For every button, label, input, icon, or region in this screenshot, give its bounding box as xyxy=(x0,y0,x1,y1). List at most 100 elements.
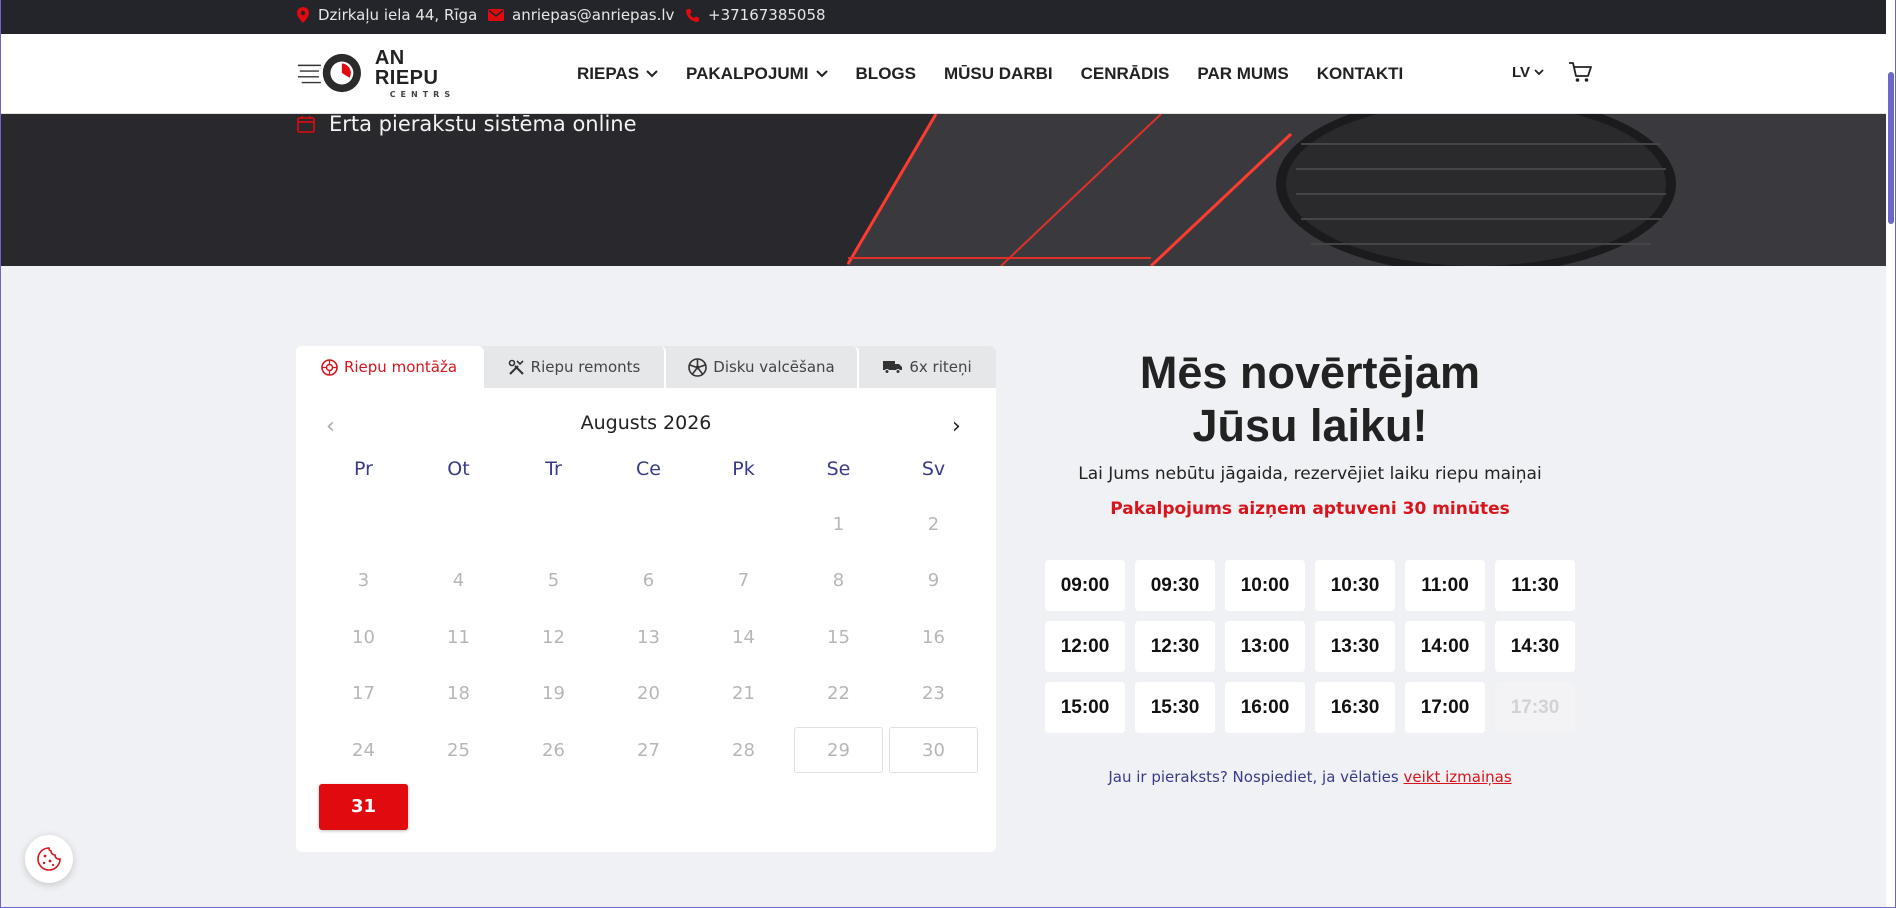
time-slot-button[interactable]: 14:00 xyxy=(1405,621,1485,672)
hero-feature: Ērta pierakstu sistēma online xyxy=(297,114,637,136)
time-slot-button[interactable]: 10:30 xyxy=(1315,560,1395,611)
calendar-day: 27 xyxy=(637,739,660,761)
headline-line-1: Mēs novērtējam xyxy=(1139,347,1481,398)
nav-item-cenradis[interactable]: CENRĀDIS xyxy=(1081,64,1170,84)
language-selector[interactable]: LV xyxy=(1512,64,1544,81)
time-slot-button[interactable]: 11:00 xyxy=(1405,560,1485,611)
change-booking-prompt: Jau ir pieraksts? Nospiediet, ja vēlatie… xyxy=(1108,768,1399,786)
language-label: LV xyxy=(1512,64,1531,81)
calendar-day: 18 xyxy=(447,683,470,704)
phone-icon xyxy=(686,8,699,22)
phone-item[interactable]: +37167385058 xyxy=(685,0,826,30)
time-slot-button[interactable]: 13:00 xyxy=(1225,621,1305,672)
hero-feature-text: Ērta pierakstu sistēma online xyxy=(329,114,637,136)
logo-sub-text: CENTRS xyxy=(389,89,456,99)
headline: Mēs novērtējam Jūsu laiku! xyxy=(1045,346,1575,452)
chevron-down-icon xyxy=(815,70,828,78)
tab-label: Disku valcēšana xyxy=(713,358,835,376)
logo-tire-icon xyxy=(297,53,361,93)
calendar-day: 21 xyxy=(732,683,755,704)
tab-6x-ritni[interactable]: 6x riteņi xyxy=(859,346,996,388)
scrollbar[interactable] xyxy=(1886,0,1896,908)
phone-text: +37167385058 xyxy=(708,6,826,24)
weekday-label: Se xyxy=(826,458,851,480)
time-slot-button[interactable]: 11:30 xyxy=(1495,560,1575,611)
weekday-header: Pr Ot Tr Ce Pk Se Sv xyxy=(316,458,981,480)
nav-item-riepas[interactable]: RIEPAS xyxy=(577,64,658,84)
tab-label: Riepu montāža xyxy=(343,358,458,376)
weekday-label: Pk xyxy=(732,458,755,480)
calendar-day: 13 xyxy=(637,626,660,648)
scrollbar-thumb[interactable] xyxy=(1888,72,1894,224)
calendar-day: 25 xyxy=(447,739,470,761)
change-booking-text: Jau ir pieraksts? Nospiediet, ja vēlatie… xyxy=(1045,768,1575,786)
tab-riepu-remonts[interactable]: Riepu remonts xyxy=(484,346,666,388)
hero-background-graphic xyxy=(1,114,1886,266)
main-nav: RIEPAS PAKALPOJUMI BLOGS MŪSU DARBI CENR… xyxy=(577,34,1431,114)
calendar-day-selected[interactable]: 31 xyxy=(319,783,408,830)
calendar-day: 14 xyxy=(732,626,755,648)
cookie-settings-button[interactable] xyxy=(25,835,73,883)
tire-icon xyxy=(321,358,338,376)
address-item[interactable]: Dzirkaļu iela 44, Rīga xyxy=(296,0,477,30)
nav-item-pakalpojumi[interactable]: PAKALPOJUMI xyxy=(686,64,828,84)
time-slot-button[interactable]: 17:00 xyxy=(1405,682,1485,733)
time-slot-button[interactable]: 16:30 xyxy=(1315,682,1395,733)
calendar-day: 28 xyxy=(732,739,755,761)
truck-icon xyxy=(883,361,903,374)
tab-label: 6x riteņi xyxy=(909,358,972,376)
calendar-day[interactable]: 29 xyxy=(794,727,883,773)
time-slot-button[interactable]: 15:30 xyxy=(1135,682,1215,733)
calendar-icon xyxy=(297,116,315,133)
time-slot-disabled: 17:30 xyxy=(1495,682,1575,733)
calendar-day: 1 xyxy=(832,513,845,535)
tab-label: Riepu remonts xyxy=(530,358,641,376)
time-slot-button[interactable]: 09:00 xyxy=(1045,560,1125,611)
tab-riepu-montaza[interactable]: Riepu montāža xyxy=(296,346,484,388)
calendar-day: 8 xyxy=(832,570,845,591)
calendar-day: 19 xyxy=(542,683,565,704)
calendar-day: 20 xyxy=(637,683,660,704)
tab-disku-valcesana[interactable]: Disku valcēšana xyxy=(666,346,859,388)
chevron-down-icon xyxy=(646,70,658,78)
cart-icon xyxy=(1569,62,1592,82)
calendar-day: 16 xyxy=(922,626,945,648)
nav-item-blogs[interactable]: BLOGS xyxy=(856,64,916,84)
time-slot-button[interactable]: 12:30 xyxy=(1135,621,1215,672)
service-duration: Pakalpojums aizņem aptuveni 30 minūtes xyxy=(1110,499,1510,519)
next-month-button[interactable]: › xyxy=(952,414,961,439)
calendar-day: 10 xyxy=(352,626,375,648)
time-slot-button[interactable]: 14:30 xyxy=(1495,621,1575,672)
address-text: Dzirkaļu iela 44, Rīga xyxy=(318,6,478,24)
site-header: AN RIEPU CENTRS RIEPAS PAKALPOJUMI BLOGS… xyxy=(0,34,1886,114)
nav-label: RIEPAS xyxy=(577,64,640,83)
email-text: anriepas@anriepas.lv xyxy=(512,6,675,24)
logo[interactable]: AN RIEPU CENTRS xyxy=(296,46,470,99)
time-slot-button[interactable]: 15:00 xyxy=(1045,682,1125,733)
email-item[interactable]: anriepas@anriepas.lv xyxy=(488,0,674,30)
calendar-day: 3 xyxy=(357,570,370,591)
calendar-day[interactable]: 30 xyxy=(889,727,978,773)
subtitle: Lai Jums nebūtu jāgaida, rezervējiet lai… xyxy=(1078,464,1542,484)
logo-main-text: AN RIEPU xyxy=(374,46,439,89)
weekday-label: Ce xyxy=(636,458,661,480)
calendar-day: 26 xyxy=(542,739,565,761)
tools-icon xyxy=(508,359,524,375)
time-slot-button[interactable]: 16:00 xyxy=(1225,682,1305,733)
calendar-day: 9 xyxy=(927,570,940,591)
weekday-label: Ot xyxy=(447,458,470,480)
time-slot-button[interactable]: 09:30 xyxy=(1135,560,1215,611)
time-slot-button[interactable]: 10:00 xyxy=(1225,560,1305,611)
time-slot-button[interactable]: 13:30 xyxy=(1315,621,1395,672)
change-booking-link[interactable]: veikt izmaiņas xyxy=(1404,768,1512,786)
calendar-day: 4 xyxy=(452,570,465,591)
location-pin-icon xyxy=(297,7,309,23)
nav-item-musu-darbi[interactable]: MŪSU DARBI xyxy=(944,64,1053,84)
hero-banner: Ērta pierakstu sistēma online xyxy=(1,114,1886,266)
calendar-day: 17 xyxy=(352,683,375,704)
nav-item-par-mums[interactable]: PAR MUMS xyxy=(1197,64,1288,84)
chevron-down-icon xyxy=(1534,69,1544,76)
nav-item-kontakti[interactable]: KONTAKTI xyxy=(1317,64,1404,84)
time-slot-button[interactable]: 12:00 xyxy=(1045,621,1125,672)
cart-button[interactable] xyxy=(1568,61,1592,87)
